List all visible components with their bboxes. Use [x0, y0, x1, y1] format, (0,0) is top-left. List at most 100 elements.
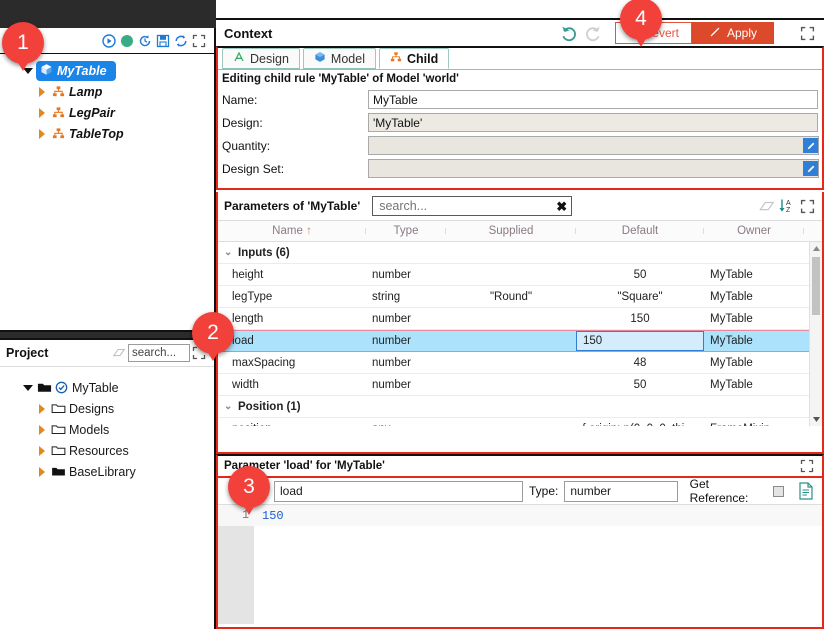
chevron-down-icon[interactable]: ⌄ [218, 247, 232, 258]
table-row[interactable]: position any { origin: p(0, 0, 0, this.p… [218, 418, 822, 427]
svg-text:Z: Z [786, 207, 791, 214]
tree-item-label: LegPair [69, 105, 115, 120]
group-label: Position (1) [238, 400, 301, 413]
get-reference-checkbox[interactable] [773, 485, 784, 497]
chevron-down-icon[interactable]: ⌄ [218, 401, 232, 412]
tab-label: Model [330, 51, 365, 66]
project-item-designs[interactable]: Designs [0, 398, 214, 419]
chevron-right-icon[interactable] [34, 128, 50, 139]
parameters-search[interactable]: ✖ [372, 196, 573, 216]
redo-icon[interactable] [581, 21, 605, 45]
project-item-mytable[interactable]: MyTable [0, 377, 214, 398]
eraser-icon[interactable] [110, 344, 128, 362]
scroll-down-icon[interactable] [810, 413, 822, 426]
parameters-panel-title: Parameters of 'MyTable' [224, 199, 361, 213]
parameter-type-input[interactable]: number [564, 480, 678, 502]
cell-owner: MyTable [710, 356, 753, 369]
tree-item-tabletop[interactable]: TableTop [0, 123, 214, 144]
cell-default: 150 [630, 312, 650, 325]
expand-icon[interactable] [190, 32, 208, 50]
column-header-owner[interactable]: Owner [704, 225, 804, 237]
edit-pencil-icon[interactable] [803, 138, 818, 153]
expand-icon[interactable] [798, 197, 816, 215]
table-row[interactable]: width number 50 MyTable [218, 374, 822, 396]
chevron-right-icon[interactable] [34, 107, 50, 118]
editor-code-area[interactable]: 150 [254, 505, 822, 624]
history-icon[interactable] [136, 32, 154, 50]
chevron-right-icon[interactable] [34, 86, 50, 97]
tab-design[interactable]: Design [222, 48, 300, 69]
cell-default: "Square" [617, 290, 663, 303]
column-label: Name [272, 225, 303, 237]
tab-child[interactable]: Child [378, 48, 450, 69]
column-header-default[interactable]: Default [576, 225, 704, 237]
edit-pencil-icon[interactable] [803, 161, 818, 176]
group-row-position[interactable]: ⌄ Position (1) [218, 396, 822, 418]
expand-icon[interactable] [798, 24, 816, 42]
name-field[interactable]: MyTable [368, 90, 818, 109]
chevron-right-icon[interactable] [34, 466, 50, 477]
group-label: Inputs (6) [238, 246, 290, 259]
default-value-input[interactable]: 150 [576, 331, 704, 351]
context-panel: Context Revert Apply Design Model Child … [216, 20, 824, 192]
cell-name: position [218, 423, 366, 427]
tree-item-mytable[interactable]: MyTable [0, 60, 214, 81]
code-editor[interactable]: 1 150 [218, 504, 822, 624]
design-set-field[interactable] [368, 159, 819, 178]
chevron-right-icon[interactable] [34, 424, 50, 435]
cell-type: number [372, 312, 411, 325]
column-label: Supplied [488, 225, 534, 237]
column-label: Default [621, 225, 659, 237]
save-icon[interactable] [154, 32, 172, 50]
group-row-inputs[interactable]: ⌄ Inputs (6) [218, 242, 822, 264]
hierarchy-icon [50, 85, 67, 98]
column-label: Owner [737, 225, 771, 237]
run-icon[interactable] [100, 32, 118, 50]
expand-icon[interactable] [798, 457, 816, 475]
callout-badge-3: 3 [228, 466, 270, 515]
model-panel: el [0, 28, 216, 332]
cell-type: number [372, 356, 411, 369]
project-item-label: Resources [69, 443, 129, 458]
chevron-right-icon[interactable] [34, 403, 50, 414]
cell-default: { origin: p(0, 0, 0, this.pa... [576, 423, 704, 427]
table-row[interactable]: legType string "Round" "Square" MyTable [218, 286, 822, 308]
project-item-models[interactable]: Models [0, 419, 214, 440]
project-item-baselibrary[interactable]: BaseLibrary [0, 461, 214, 482]
project-item-resources[interactable]: Resources [0, 440, 214, 461]
refresh-icon[interactable] [172, 32, 190, 50]
sort-az-icon[interactable]: A Z [776, 197, 798, 215]
app-window: el [0, 0, 824, 629]
column-header-supplied[interactable]: Supplied [446, 225, 576, 237]
cell-default-editor[interactable]: 150 [576, 331, 704, 351]
document-icon[interactable] [796, 481, 816, 501]
table-row[interactable]: height number 50 MyTable [218, 264, 822, 286]
chevron-down-icon[interactable] [20, 384, 36, 391]
cell-supplied: "Round" [489, 290, 533, 303]
column-header-name[interactable]: Name ↑ [218, 225, 366, 237]
tree-item-lamp[interactable]: Lamp [0, 81, 214, 102]
eraser-icon[interactable] [758, 197, 776, 215]
tab-model[interactable]: Model [302, 48, 376, 69]
selected-node-pill[interactable]: MyTable [36, 60, 116, 81]
column-header-type[interactable]: Type [366, 225, 446, 237]
parameter-name-input[interactable]: load [274, 480, 523, 502]
tree-item-label: MyTable [57, 63, 107, 78]
close-icon[interactable]: ✖ [556, 200, 567, 213]
table-row[interactable]: maxSpacing number 48 MyTable [218, 352, 822, 374]
vertical-scrollbar[interactable] [809, 242, 822, 426]
project-search-input[interactable]: search... [128, 344, 190, 362]
chevron-right-icon[interactable] [34, 445, 50, 456]
table-row-selected[interactable]: load number 150 MyTable [218, 330, 822, 352]
design-field[interactable]: 'MyTable' [368, 113, 818, 132]
scroll-up-icon[interactable] [810, 242, 822, 255]
cell-default: 50 [633, 378, 647, 391]
scrollbar-thumb[interactable] [812, 257, 820, 315]
search-input[interactable] [377, 198, 557, 214]
undo-icon[interactable] [557, 21, 581, 45]
table-row[interactable]: length number 150 MyTable [218, 308, 822, 330]
tree-item-legpair[interactable]: LegPair [0, 102, 214, 123]
quantity-field[interactable] [368, 136, 819, 155]
context-panel-header: Context Revert Apply [216, 20, 824, 46]
apply-button[interactable]: Apply [691, 22, 774, 44]
